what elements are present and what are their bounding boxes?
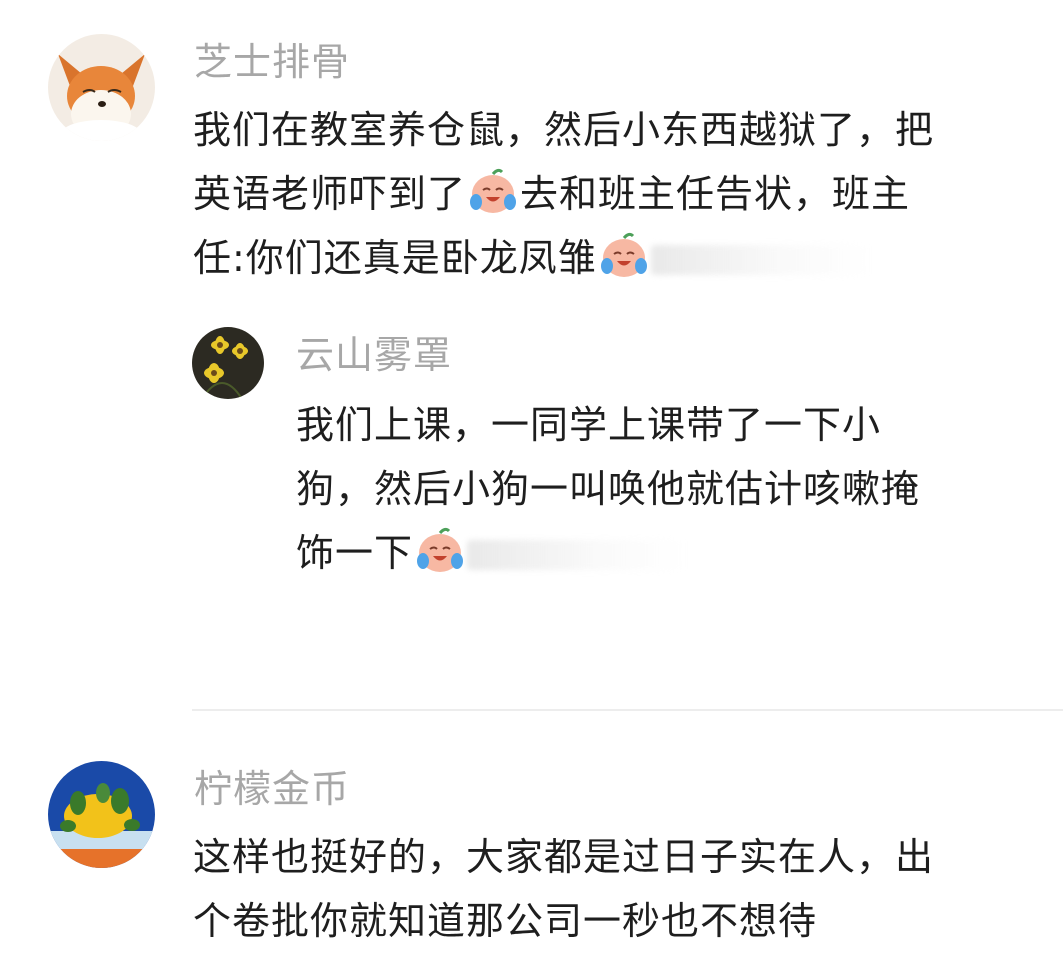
reply-username[interactable]: 云山雾罩 <box>296 333 452 377</box>
comment-line: 任:你们还真是卧龙凤雏 <box>193 226 934 290</box>
lemon-avatar-icon <box>48 761 155 868</box>
comment-text: 我们在教室养仓鼠，然后小东西越狱了，把 英语老师吓到了 去和班主任告状，班主 任:… <box>193 98 934 290</box>
comment-line: 个卷批你就知道那公司一秒也不想待 <box>193 899 818 943</box>
reply-line: 饰一下 <box>296 521 920 585</box>
comment-line: 这样也挺好的，大家都是过日子实在人，出 <box>193 835 935 879</box>
blurred-content <box>650 245 871 275</box>
reply-line: 狗，然后小狗一叫唤他就估计咳嗽掩 <box>296 467 921 511</box>
comment-line: 我们在教室养仓鼠，然后小东西越狱了，把 <box>193 108 935 152</box>
avatar[interactable] <box>48 34 155 141</box>
comment-line: 英语老师吓到了 去和班主任告状，班主 <box>193 162 934 226</box>
reply-text-segment: 饰一下 <box>296 531 414 575</box>
crying-laugh-emoji-icon <box>470 168 517 213</box>
comment-text: 这样也挺好的，大家都是过日子实在人，出 个卷批你就知道那公司一秒也不想待 <box>193 825 934 953</box>
comment-text-segment: 去和班主任告状，班主 <box>520 172 911 216</box>
flower-avatar-icon <box>192 327 264 399</box>
username[interactable]: 芝士排骨 <box>194 40 350 84</box>
username[interactable]: 柠檬金币 <box>194 767 350 811</box>
fox-avatar-icon <box>48 34 155 141</box>
reply-line: 我们上课，一同学上课带了一下小 <box>296 403 882 447</box>
comment-text-segment: 英语老师吓到了 <box>193 172 467 216</box>
divider <box>192 709 1063 711</box>
comment-text-segment: 任:你们还真是卧龙凤雏 <box>193 236 597 280</box>
avatar[interactable] <box>192 327 264 399</box>
blurred-content <box>467 540 688 570</box>
reply-text: 我们上课，一同学上课带了一下小 狗，然后小狗一叫唤他就估计咳嗽掩 饰一下 <box>296 393 920 585</box>
crying-laugh-emoji-icon <box>417 527 464 572</box>
crying-laugh-emoji-icon <box>600 232 647 277</box>
avatar[interactable] <box>48 761 155 868</box>
